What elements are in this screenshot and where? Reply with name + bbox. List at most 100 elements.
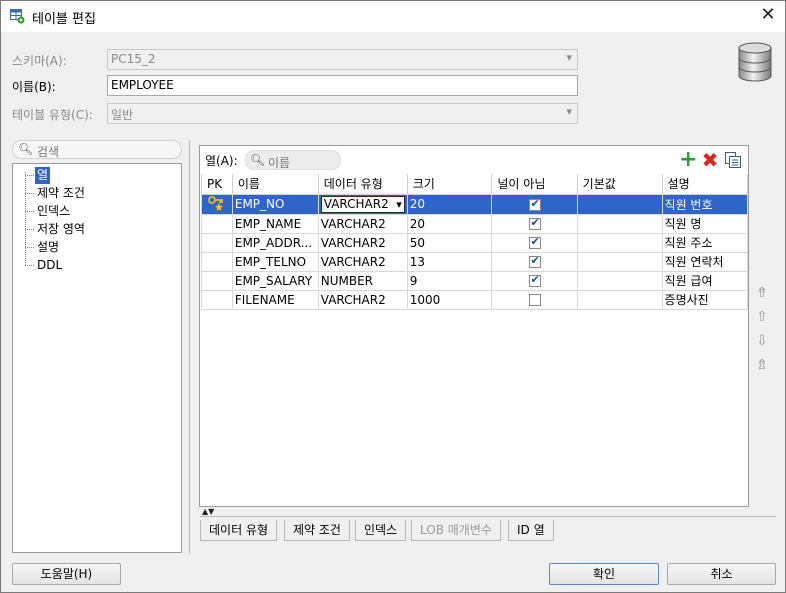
default-cell[interactable] bbox=[576, 289, 663, 310]
left-search-input[interactable]: 🔍︎ 검색 bbox=[12, 140, 182, 159]
tree-item-storage[interactable]: 저장 영역 bbox=[35, 221, 87, 238]
help-button[interactable]: 도움말(H) bbox=[12, 563, 121, 585]
default-cell[interactable] bbox=[576, 213, 663, 234]
column-name-cell[interactable]: EMP_ADDR... bbox=[231, 232, 319, 253]
columns-label: 열(A): bbox=[205, 154, 238, 168]
header-not-null[interactable]: 널이 아님 bbox=[491, 174, 578, 195]
add-column-icon[interactable]: + bbox=[679, 149, 697, 171]
data-type-cell[interactable]: VARCHAR2 bbox=[317, 289, 408, 310]
detail-resize-bar[interactable]: ▲▼ bbox=[200, 507, 776, 517]
tree-connector bbox=[25, 193, 34, 194]
table-row[interactable]: EMP_SALARY NUMBER 9 직원 급여 bbox=[201, 270, 749, 291]
not-null-checkbox[interactable] bbox=[528, 216, 541, 230]
tree-item-columns[interactable]: 열 bbox=[35, 167, 51, 184]
pk-cell[interactable] bbox=[201, 213, 233, 234]
size-cell[interactable]: 9 bbox=[406, 270, 493, 291]
column-name-cell[interactable]: EMP_TELNO bbox=[231, 251, 319, 272]
remove-column-icon[interactable]: ✖ bbox=[701, 150, 719, 170]
data-type-cell[interactable]: VARCHAR2 bbox=[317, 232, 408, 253]
not-null-cell[interactable] bbox=[491, 193, 578, 215]
tab-identity-column[interactable]: ID 열 bbox=[508, 520, 554, 541]
table-row[interactable]: EMP_TELNO VARCHAR2 13 직원 연락처 bbox=[201, 251, 749, 272]
tab-constraints[interactable]: 제약 조건 bbox=[284, 520, 350, 541]
copy-column-icon[interactable] bbox=[724, 151, 742, 169]
default-cell[interactable] bbox=[576, 232, 663, 253]
header-size[interactable]: 크기 bbox=[406, 174, 493, 195]
not-null-checkbox[interactable] bbox=[528, 294, 541, 306]
table-row[interactable]: EMP_NAME VARCHAR2 20 직원 명 bbox=[201, 213, 749, 234]
data-type-cell[interactable]: VARCHAR2 bbox=[317, 251, 408, 272]
default-cell[interactable] bbox=[576, 193, 663, 215]
data-type-combo[interactable]: VARCHAR2 bbox=[320, 195, 405, 213]
table-row[interactable]: EMP_ADDR... VARCHAR2 50 직원 주소 bbox=[201, 232, 749, 253]
column-name-cell[interactable]: FILENAME bbox=[231, 289, 319, 310]
comment-cell[interactable]: 직원 번호 bbox=[661, 193, 749, 215]
pk-cell[interactable] bbox=[201, 289, 233, 310]
column-name-cell[interactable]: EMP_SALARY bbox=[231, 270, 319, 291]
not-null-cell[interactable] bbox=[491, 289, 578, 310]
table-row[interactable]: FILENAME VARCHAR2 1000 증명사진 bbox=[201, 289, 749, 310]
size-cell[interactable]: 20 bbox=[406, 193, 493, 215]
size-cell[interactable]: 1000 bbox=[406, 289, 493, 310]
not-null-checkbox[interactable] bbox=[528, 235, 541, 249]
pk-cell[interactable] bbox=[201, 251, 233, 272]
not-null-checkbox[interactable] bbox=[528, 254, 541, 268]
data-type-cell[interactable]: VARCHAR2 bbox=[317, 193, 408, 215]
not-null-cell[interactable] bbox=[491, 251, 578, 272]
column-name-cell[interactable]: EMP_NO bbox=[231, 193, 319, 215]
move-up-icon[interactable]: ⇧ bbox=[754, 309, 770, 333]
size-cell[interactable]: 50 bbox=[406, 232, 493, 253]
pk-cell[interactable] bbox=[201, 193, 233, 215]
not-null-checkbox[interactable] bbox=[528, 273, 541, 287]
cancel-button[interactable]: 취소 bbox=[667, 563, 776, 585]
schema-label: 스키마(A): bbox=[12, 54, 67, 68]
comment-cell[interactable]: 직원 명 bbox=[661, 213, 749, 234]
size-cell[interactable]: 13 bbox=[406, 251, 493, 272]
table-type-select[interactable]: 일반 bbox=[107, 103, 578, 124]
tab-lob-parameters[interactable]: LOB 매개변수 bbox=[411, 520, 501, 541]
header-default[interactable]: 기본값 bbox=[576, 174, 663, 195]
comment-cell[interactable]: 직원 급여 bbox=[661, 270, 749, 291]
not-null-cell[interactable] bbox=[491, 232, 578, 253]
header-data-type[interactable]: 데이터 유형 bbox=[317, 174, 408, 195]
data-type-cell[interactable]: NUMBER bbox=[317, 270, 408, 291]
size-cell[interactable]: 20 bbox=[406, 213, 493, 234]
tree-item-constraints[interactable]: 제약 조건 bbox=[35, 185, 87, 202]
not-null-cell[interactable] bbox=[491, 213, 578, 234]
pk-cell[interactable] bbox=[201, 270, 233, 291]
move-bottom-icon[interactable]: ⇯ bbox=[754, 357, 770, 381]
tree-connector bbox=[25, 211, 34, 212]
column-search-placeholder: 이름 bbox=[268, 156, 291, 170]
column-name-cell[interactable]: EMP_NAME bbox=[231, 213, 319, 234]
tab-data-type[interactable]: 데이터 유형 bbox=[200, 520, 278, 541]
name-label: 이름(B): bbox=[12, 80, 56, 94]
not-null-checkbox[interactable] bbox=[528, 197, 541, 211]
tab-indexes[interactable]: 인덱스 bbox=[355, 520, 407, 541]
panel-splitter[interactable] bbox=[189, 140, 191, 554]
pk-cell[interactable] bbox=[201, 232, 233, 253]
default-cell[interactable] bbox=[576, 270, 663, 291]
move-down-icon[interactable]: ⇩ bbox=[754, 333, 770, 357]
comment-cell[interactable]: 직원 연락처 bbox=[661, 251, 749, 272]
tree-item-indexes[interactable]: 인덱스 bbox=[35, 203, 72, 220]
data-type-cell[interactable]: VARCHAR2 bbox=[317, 213, 408, 234]
close-button[interactable]: ✕ bbox=[755, 4, 781, 28]
header-pk[interactable]: PK bbox=[201, 174, 233, 195]
default-cell[interactable] bbox=[576, 251, 663, 272]
move-top-icon[interactable]: ⇮ bbox=[754, 285, 770, 309]
ok-button[interactable]: 확인 bbox=[549, 563, 659, 585]
search-icon: 🔍︎ bbox=[250, 153, 266, 167]
tree-item-comment[interactable]: 설명 bbox=[35, 239, 61, 256]
not-null-cell[interactable] bbox=[491, 270, 578, 291]
table-name-input[interactable]: EMPLOYEE bbox=[107, 75, 578, 96]
collapse-expand-icon[interactable]: ▲▼ bbox=[202, 507, 214, 516]
move-buttons: ⇮ ⇧ ⇩ ⇯ bbox=[754, 285, 770, 381]
tree-item-ddl[interactable]: DDL bbox=[35, 257, 64, 274]
table-row[interactable]: EMP_NO VARCHAR2 20 직원 번호 bbox=[201, 193, 749, 215]
schema-select[interactable]: PC15_2 bbox=[107, 49, 578, 70]
column-search-input[interactable]: 🔍︎ 이름 bbox=[245, 150, 341, 170]
header-name[interactable]: 이름 bbox=[231, 174, 319, 195]
comment-cell[interactable]: 직원 주소 bbox=[661, 232, 749, 253]
comment-cell[interactable]: 증명사진 bbox=[661, 289, 749, 310]
header-comment[interactable]: 설명 bbox=[661, 174, 749, 195]
